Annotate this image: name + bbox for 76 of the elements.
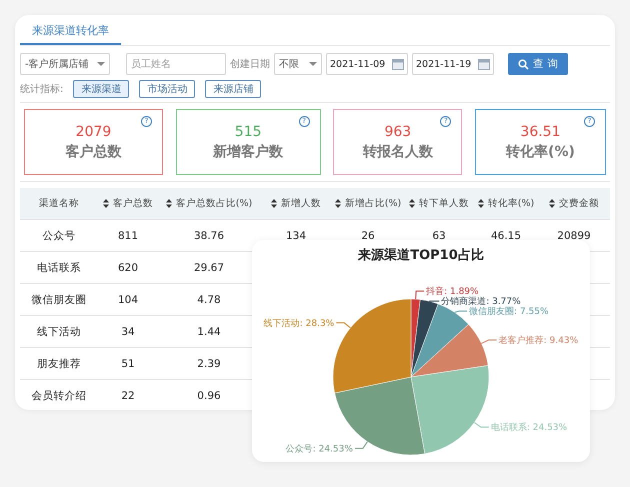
query-button[interactable]: 查 询 xyxy=(508,53,568,75)
sort-icon[interactable] xyxy=(103,199,109,208)
slice-label: 电话联系: 24.53% xyxy=(490,423,568,434)
date-field[interactable]: 2021-11-19 xyxy=(412,53,494,75)
column-header: 交费金额 xyxy=(559,197,599,210)
leader-line xyxy=(428,300,440,302)
stat-label: 转报名人数 xyxy=(362,142,433,160)
leader-line xyxy=(454,310,468,313)
column-header: 客户总数占比(%) xyxy=(176,197,252,210)
table-cell: 51 xyxy=(121,358,135,370)
table-cell: 4.78 xyxy=(197,294,221,306)
stat-value: 2079 xyxy=(76,124,112,140)
table-cell: 会员转介绍 xyxy=(32,388,86,402)
table-cell: 811 xyxy=(118,230,138,242)
slice-label: 公众号: 24.53% xyxy=(286,444,353,454)
table-cell: 2.39 xyxy=(197,358,221,370)
date-field[interactable]: 2021-11-09 xyxy=(326,53,408,75)
table-cell: 34 xyxy=(121,326,135,338)
stat-label: 客户总数 xyxy=(66,142,122,160)
column-header: 新增占比(%) xyxy=(344,197,402,210)
stat-value: 515 xyxy=(234,124,262,140)
indicator-label: 统计指标: xyxy=(20,82,64,96)
calendar-icon xyxy=(392,58,404,70)
store-select[interactable]: -客户所属店铺 xyxy=(20,53,110,75)
sort-icon[interactable] xyxy=(478,199,484,208)
column-header: 转化率(%) xyxy=(488,197,534,210)
tab[interactable]: 来源渠道转化率 xyxy=(20,17,121,45)
sort-icon[interactable] xyxy=(549,199,555,208)
search-icon xyxy=(518,58,529,70)
column-header: 新增人数 xyxy=(281,197,321,210)
slice-label: 老客户推荐: 9.43% xyxy=(498,336,578,346)
sort-icon[interactable] xyxy=(334,199,341,208)
indicator-option[interactable]: 来源店铺 xyxy=(205,80,262,98)
leader-line xyxy=(354,441,368,449)
table-cell: 29.67 xyxy=(194,262,224,274)
leader-line xyxy=(480,340,498,344)
slice-label: 微信朋友圈: 7.55% xyxy=(469,307,549,318)
table-cell: 20899 xyxy=(557,230,591,242)
sort-icon[interactable] xyxy=(409,199,415,208)
leader-line xyxy=(336,322,351,328)
table-cell: 620 xyxy=(118,262,138,274)
table-cell: 22 xyxy=(121,390,135,402)
table-cell: 104 xyxy=(118,294,138,306)
slice-label: 抖音: 1.89% xyxy=(426,287,479,298)
table-cell: 微信朋友圈 xyxy=(32,292,86,306)
stat-label: 新增客户数 xyxy=(213,142,284,160)
leader-line xyxy=(415,290,425,300)
sort-icon[interactable] xyxy=(166,199,172,208)
leader-line xyxy=(474,422,490,428)
indicator-option[interactable]: 市场活动 xyxy=(139,80,196,98)
column-header: 客户总数 xyxy=(113,197,153,210)
sort-icon[interactable] xyxy=(271,199,277,208)
column-header: 转下单人数 xyxy=(419,197,469,210)
indicator-option[interactable]: 来源渠道 xyxy=(73,80,130,98)
table-cell: 0.96 xyxy=(197,390,221,402)
table-cell: 电话联系 xyxy=(37,260,81,274)
calendar-icon xyxy=(478,58,490,70)
table-cell: 朋友推荐 xyxy=(37,356,81,370)
date-range-select[interactable]: 不限 xyxy=(274,53,322,75)
stat-value: 36.51 xyxy=(520,124,561,140)
column-header: 渠道名称 xyxy=(39,197,79,210)
date-label: 创建日期 xyxy=(230,58,270,71)
slice-label: 线下活动: 28.3% xyxy=(264,318,334,329)
table-cell: 线下活动 xyxy=(37,324,81,338)
table-cell: 公众号 xyxy=(42,228,76,242)
stat-value: 963 xyxy=(384,124,412,140)
table-cell: 26 xyxy=(361,230,375,242)
table-cell: 134 xyxy=(286,230,306,242)
table-cell: 38.76 xyxy=(194,230,224,242)
slice-label: 分销商渠道: 3.77% xyxy=(441,297,521,308)
table-cell: 46.15 xyxy=(490,230,522,242)
table-cell: 63 xyxy=(432,230,446,242)
chart-title: 来源渠道TOP10占比 xyxy=(356,246,485,264)
stat-label: 转化率(%) xyxy=(506,142,575,160)
table-cell: 1.44 xyxy=(197,326,221,338)
employee-name-field[interactable]: 员工姓名 xyxy=(126,53,226,75)
